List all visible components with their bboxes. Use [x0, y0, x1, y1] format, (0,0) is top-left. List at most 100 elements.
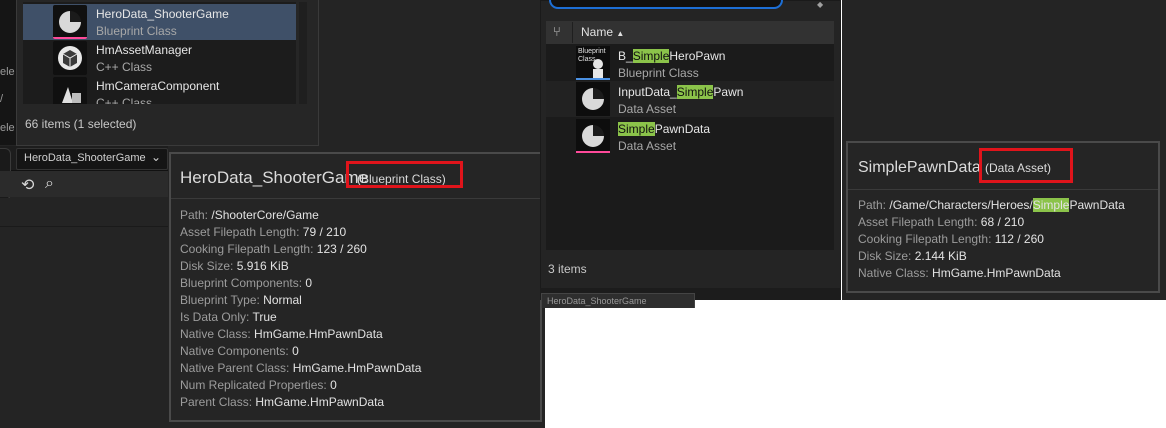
asset-name: B_SimpleHeroPawn [618, 49, 726, 63]
property-value: HmGame.HmPawnData [254, 327, 383, 341]
asset-type: C++ Class [96, 96, 153, 104]
blueprint-class-icon: Blueprint Class [576, 46, 610, 80]
tooltip-header: HeroData_ShooterGame (Blueprint Class) [171, 154, 540, 199]
property-value: 68 / 210 [980, 215, 1025, 229]
highlight-box [346, 161, 463, 188]
tab-asset[interactable]: HeroData_ShooterGame [541, 293, 695, 308]
sort-ascending-icon: ▲ [616, 29, 625, 38]
camera-class-icon [53, 77, 87, 104]
property-key: Native Parent Class: [180, 361, 290, 375]
tooltip-property: Parent Class: HmGame.HmPawnData [180, 394, 421, 411]
tooltip-title: HeroData_ShooterGame [180, 168, 369, 187]
property-value: 123 / 260 [316, 242, 367, 256]
asset-name: HmCameraComponent [96, 79, 220, 93]
property-key: Asset Filepath Length: [180, 225, 300, 239]
tooltip-property: Asset Filepath Length: 68 / 210 [858, 214, 1125, 231]
property-value: HmGame.HmPawnData [292, 361, 422, 375]
search-input[interactable] [549, 0, 783, 9]
chevron-down-icon: ⌄ [150, 150, 161, 164]
pie-asset-icon [576, 82, 610, 116]
tab-label: HeroData_ShooterGame [547, 296, 647, 306]
tooltip-property: Native Components: 0 [180, 343, 421, 360]
use-selected-icon[interactable]: ⟲ [21, 175, 34, 195]
asset-type: Blueprint Class [618, 66, 699, 80]
pie-asset-icon [53, 5, 87, 39]
tooltip-property: Disk Size: 5.916 KiB [180, 258, 421, 275]
column-name-header[interactable]: Name ▲ [581, 25, 624, 39]
asset-tooltip: SimplePawnData (Data Asset) Path: /Game/… [846, 141, 1160, 293]
property-key: Cooking Filepath Length: [858, 232, 992, 246]
asset-picker-item[interactable]: HeroData_ShooterGame Blueprint Class [23, 4, 296, 40]
property-value: 112 / 260 [994, 232, 1044, 246]
property-key: Disk Size: [858, 249, 912, 263]
property-key: Blueprint Components: [180, 276, 303, 290]
divider [572, 22, 573, 43]
highlight-box [979, 148, 1073, 183]
tooltip-property: Native Class: HmGame.HmPawnData [858, 265, 1125, 282]
property-value: 5.916 KiB [236, 259, 289, 273]
property-key: Path: [180, 208, 209, 222]
tooltip-property: Cooking Filepath Length: 123 / 260 [180, 241, 421, 258]
asset-combo-box[interactable]: HeroData_ShooterGame ⌄ [16, 148, 168, 170]
property-key: Native Class: [858, 266, 929, 280]
source-control-icon[interactable]: ⑂ [553, 24, 561, 39]
gutter-label: / [0, 93, 4, 105]
tooltip-property: Asset Filepath Length: 79 / 210 [180, 224, 421, 241]
tooltip-header: SimplePawnData (Data Asset) [848, 143, 1158, 190]
pie-asset-icon [576, 119, 610, 153]
asset-type: Blueprint Class [96, 24, 177, 38]
tooltip-property: Path: /ShooterCore/Game [180, 207, 421, 224]
picker-scrollbar[interactable] [299, 2, 307, 104]
property-value: 0 [292, 344, 299, 358]
asset-list-item[interactable]: Blueprint Class B_SimpleHeroPawn Bluepri… [546, 45, 834, 81]
tooltip-property: Disk Size: 2.144 KiB [858, 248, 1125, 265]
gutter-label: ele [0, 122, 15, 134]
asset-picker-item[interactable]: HmCameraComponent C++ Class [23, 76, 296, 104]
property-value: True [252, 310, 277, 324]
asset-type: Data Asset [618, 102, 677, 116]
property-value: 79 / 210 [302, 225, 347, 239]
asset-name: InputData_SimplePawn [618, 85, 744, 99]
property-key: Blueprint Type: [180, 293, 260, 307]
tooltip-property: Blueprint Type: Normal [180, 292, 421, 309]
property-value: 0 [305, 276, 313, 290]
asset-picker-dropdown: HeroData_ShooterGame Blueprint Class HmA… [16, 0, 319, 146]
asset-type: Data Asset [618, 139, 677, 153]
column-name-label: Name [581, 25, 614, 39]
close-icon[interactable]: ◆ [817, 0, 823, 9]
asset-type: C++ Class [96, 60, 153, 74]
asset-list-item[interactable]: InputData_SimplePawn Data Asset [546, 81, 834, 117]
tooltip-property: Blueprint Components: 0 [180, 275, 421, 292]
gutter-label: ele [0, 66, 15, 78]
asset-name: SimplePawnData [618, 122, 711, 136]
asset-picker-item[interactable]: HmAssetManager C++ Class [23, 40, 296, 76]
property-value: 0 [330, 378, 337, 392]
property-value: 2.144 KiB [914, 249, 967, 263]
property-key: Native Class: [180, 327, 251, 341]
divider [0, 226, 168, 227]
asset-tooltip: HeroData_ShooterGame (Blueprint Class) P… [169, 152, 542, 422]
cube-class-icon [53, 41, 87, 75]
item-count: 66 items (1 selected) [25, 117, 137, 131]
tooltip-property-path: Path: /Game/Characters/Heroes/SimplePawn… [858, 198, 1125, 212]
property-key: Disk Size: [180, 259, 234, 273]
asset-name: HmAssetManager [96, 43, 193, 57]
property-value: HmGame.HmPawnData [255, 395, 385, 409]
browse-to-asset-icon[interactable]: ⌕ [45, 175, 54, 193]
property-key: Num Replicated Properties: [180, 378, 327, 392]
property-key: Is Data Only: [180, 310, 250, 324]
property-value: /ShooterCore/Game [211, 208, 319, 222]
property-key: Cooking Filepath Length: [180, 242, 314, 256]
tooltip-properties: Path: /ShooterCore/Game Asset Filepath Le… [180, 207, 421, 411]
property-value: HmGame.HmPawnData [932, 266, 1061, 280]
property-key: Native Components: [180, 344, 289, 358]
asset-picker-list: HeroData_ShooterGame Blueprint Class HmA… [23, 2, 296, 104]
tooltip-properties: Path: /Game/Characters/Heroes/SimplePawn… [858, 197, 1125, 282]
asset-list-item[interactable]: SimplePawnData Data Asset [546, 118, 834, 154]
asset-name: HeroData_ShooterGame [96, 7, 229, 21]
details-body [0, 198, 168, 428]
property-key: Asset Filepath Length: [858, 215, 978, 229]
tooltip-property: Num Replicated Properties: 0 [180, 377, 421, 394]
property-value: Normal [263, 293, 302, 307]
tooltip-title: SimplePawnData [858, 159, 981, 176]
